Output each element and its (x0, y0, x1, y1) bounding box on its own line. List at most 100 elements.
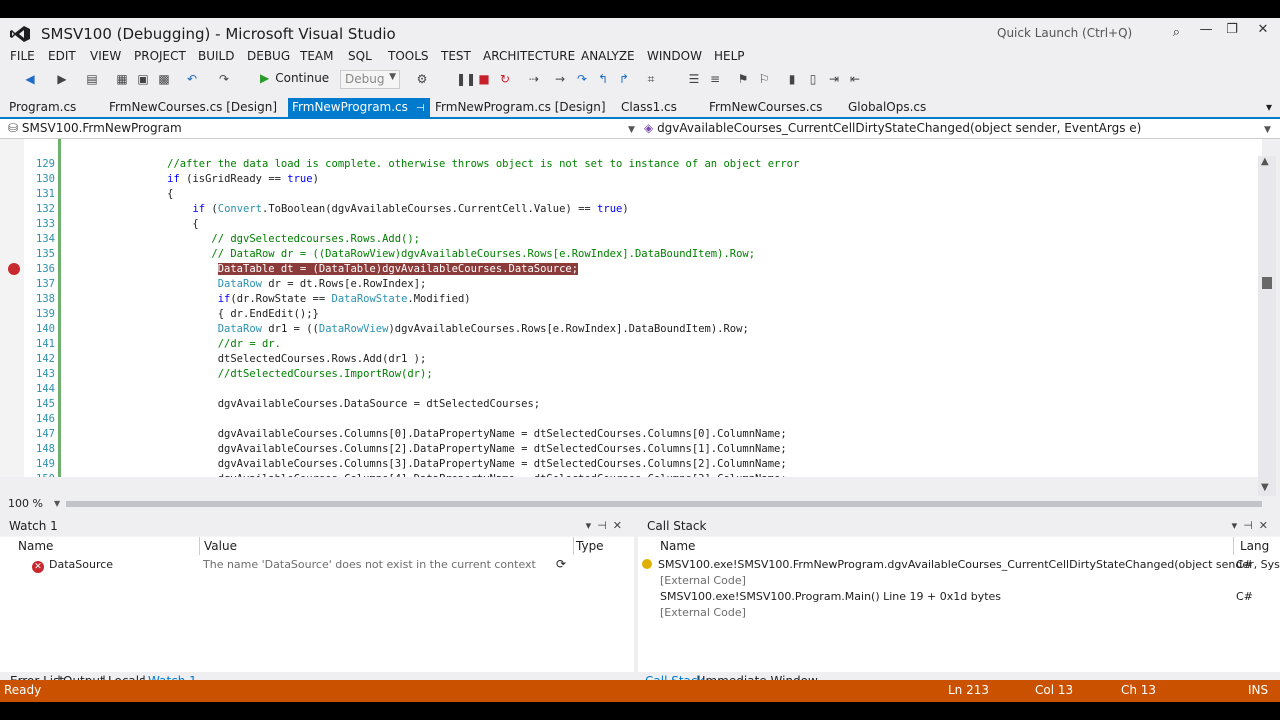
threads-icon[interactable]: ☰ (686, 71, 702, 87)
column-header-name[interactable]: Name (12, 537, 200, 555)
tab-frmnewcourses-cs[interactable]: FrmNewCourses.cs (705, 98, 826, 117)
tab-overflow-icon[interactable]: ▾ (1262, 98, 1276, 117)
bookmark-icon[interactable]: ⚑ (735, 71, 751, 87)
code-line[interactable]: 134 // dgvSelectedcourses.Rows.Add(); (0, 232, 1262, 247)
attach-process-icon[interactable]: ⚙ (414, 71, 430, 87)
menu-architecture[interactable]: ARCHITECTURE (483, 49, 575, 63)
pane-window-controls[interactable]: ▾⊣✕ (1232, 519, 1274, 532)
scroll-thumb[interactable] (1262, 277, 1272, 289)
minimize-button[interactable]: — (1193, 22, 1219, 42)
restart-icon[interactable]: ↻ (497, 71, 513, 87)
menu-help[interactable]: HELP (714, 49, 745, 63)
scroll-up-icon[interactable]: ▲ (1261, 156, 1269, 167)
code-line[interactable]: 149 dgvAvailableCourses.Columns[3].DataP… (0, 457, 1262, 472)
code-line[interactable]: 143 //dtSelectedCourses.ImportRow(dr); (0, 367, 1262, 382)
new-project-icon[interactable]: ▤ (84, 71, 100, 87)
pane-window-controls[interactable]: ▾⊣✕ (586, 519, 628, 532)
menu-tools[interactable]: TOOLS (388, 49, 429, 63)
menu-window[interactable]: WINDOW (647, 49, 702, 63)
indent-icon[interactable]: ⇥ (826, 71, 842, 87)
tab-frmnewcourses-design[interactable]: FrmNewCourses.cs [Design] (105, 98, 281, 117)
continue-button[interactable]: ▶ Continue (260, 71, 329, 85)
member-dropdown[interactable]: ◈ dgvAvailableCourses_CurrentCellDirtySt… (644, 121, 1274, 135)
pin-icon[interactable]: ⊣ (416, 103, 425, 114)
code-line[interactable]: 129 //after the data load is complete. o… (0, 157, 1262, 172)
editor-vertical-scrollbar[interactable]: ▲ ▼ (1258, 156, 1276, 496)
tab-program-cs[interactable]: Program.cs (5, 98, 80, 117)
restore-button[interactable]: ❐ (1219, 22, 1245, 42)
chevron-down-icon[interactable]: ▼ (54, 499, 60, 508)
code-line[interactable]: 141 //dr = dr. (0, 337, 1262, 352)
call-stack-row[interactable]: [External Code] (660, 606, 746, 619)
forward-icon[interactable]: ▶ (54, 71, 70, 87)
call-stack-row[interactable]: SMSV100.exe!SMSV100.Program.Main() Line … (660, 590, 1001, 603)
column-header-type[interactable]: Type (570, 537, 626, 555)
refresh-icon[interactable]: ⟳ (556, 557, 566, 571)
close-button[interactable]: ✕ (1250, 22, 1276, 42)
tab-frmnewprogram-cs[interactable]: FrmNewProgram.cs ⊣ ✕ (288, 98, 441, 117)
menu-view[interactable]: VIEW (90, 49, 121, 63)
code-line[interactable]: 135 // DataRow dr = ((DataRowView)dgvAva… (0, 247, 1262, 262)
tab-globalops-cs[interactable]: GlobalOps.cs (844, 98, 930, 117)
save-all-icon[interactable]: ▩ (156, 71, 172, 87)
code-line[interactable]: 130 if (isGridReady == true) (0, 172, 1262, 187)
save-icon[interactable]: ▣ (135, 71, 151, 87)
column-header-lang[interactable]: Lang (1234, 537, 1276, 555)
undo-icon[interactable]: ↶ (184, 71, 200, 87)
code-line[interactable]: 145 dgvAvailableCourses.DataSource = dtS… (0, 397, 1262, 412)
tab-frmnewprogram-design[interactable]: FrmNewProgram.cs [Design] (431, 98, 610, 117)
step-over-icon[interactable]: ↷ (574, 71, 590, 87)
code-line[interactable]: 139 { dr.EndEdit();} (0, 307, 1262, 322)
menu-analyze[interactable]: ANALYZE (581, 49, 635, 63)
call-stack-row[interactable]: SMSV100.exe!SMSV100.FrmNewProgram.dgvAva… (642, 558, 1280, 571)
solution-configuration-select[interactable]: Debug ▼ (340, 70, 400, 89)
menu-team[interactable]: TEAM (300, 49, 333, 63)
step-back-icon[interactable]: ↱ (616, 71, 632, 87)
code-line[interactable]: 133 { (0, 217, 1262, 232)
code-line[interactable]: 142 dtSelectedCourses.Rows.Add(dr1 ); (0, 352, 1262, 367)
breakpoint-icon[interactable] (8, 263, 20, 275)
editor-horizontal-scrollbar[interactable] (66, 501, 1262, 507)
code-editor[interactable]: 129 //after the data load is complete. o… (0, 139, 1262, 477)
zoom-level[interactable]: 100 % (8, 497, 43, 510)
clear-bookmark-icon[interactable]: ⚐ (756, 71, 772, 87)
menu-file[interactable]: FILE (10, 49, 35, 63)
quick-launch-input[interactable]: Quick Launch (Ctrl+Q) ⌕ (990, 24, 1190, 44)
break-all-icon[interactable]: ❚❚ (456, 71, 476, 87)
menu-debug[interactable]: DEBUG (247, 49, 290, 63)
stack-icon[interactable]: ≡ (707, 71, 723, 87)
step-into-icon[interactable]: → (552, 71, 568, 87)
open-file-icon[interactable]: ▦ (114, 71, 130, 87)
code-line[interactable]: 131 { (0, 187, 1262, 202)
menu-sql[interactable]: SQL (348, 49, 372, 63)
back-icon[interactable]: ◀ (22, 71, 38, 87)
code-line[interactable]: 148 dgvAvailableCourses.Columns[2].DataP… (0, 442, 1262, 457)
code-line[interactable]: 140 DataRow dr1 = ((DataRowView)dgvAvail… (0, 322, 1262, 337)
code-line[interactable]: 132 if (Convert.ToBoolean(dgvAvailableCo… (0, 202, 1262, 217)
type-dropdown[interactable]: ⛁ SMSV100.FrmNewProgram ▼ (8, 121, 638, 135)
call-stack-row[interactable]: [External Code] (660, 574, 746, 587)
comment-icon[interactable]: ▮ (784, 71, 800, 87)
tab-class1-cs[interactable]: Class1.cs (617, 98, 681, 117)
code-line[interactable]: 136 DataTable dt = (DataTable)dgvAvailab… (0, 262, 1262, 277)
watch-row[interactable]: ✕ DataSource (32, 558, 113, 573)
code-line[interactable]: 144 (0, 382, 1262, 397)
menu-project[interactable]: PROJECT (134, 49, 186, 63)
code-line[interactable]: 150 dgvAvailableCourses.Columns[4].DataP… (0, 472, 1262, 477)
column-header-value[interactable]: Value (198, 537, 574, 555)
stop-debugging-icon[interactable]: ■ (476, 71, 492, 87)
column-header-name[interactable]: Name (654, 537, 1234, 555)
show-next-statement-icon[interactable]: ⇢ (526, 71, 542, 87)
hex-display-icon[interactable]: ⌗ (643, 71, 659, 87)
step-out-icon[interactable]: ↰ (595, 71, 611, 87)
scroll-down-icon[interactable]: ▼ (1261, 482, 1269, 493)
code-line[interactable]: 146 (0, 412, 1262, 427)
code-line[interactable]: 147 dgvAvailableCourses.Columns[0].DataP… (0, 427, 1262, 442)
code-line[interactable]: 137 DataRow dr = dt.Rows[e.RowIndex]; (0, 277, 1262, 292)
menu-edit[interactable]: EDIT (48, 49, 76, 63)
menu-build[interactable]: BUILD (198, 49, 234, 63)
menu-test[interactable]: TEST (441, 49, 471, 63)
outdent-icon[interactable]: ⇤ (847, 71, 863, 87)
uncomment-icon[interactable]: ▯ (805, 71, 821, 87)
code-line[interactable]: 138 if(dr.RowState == DataRowState.Modif… (0, 292, 1262, 307)
